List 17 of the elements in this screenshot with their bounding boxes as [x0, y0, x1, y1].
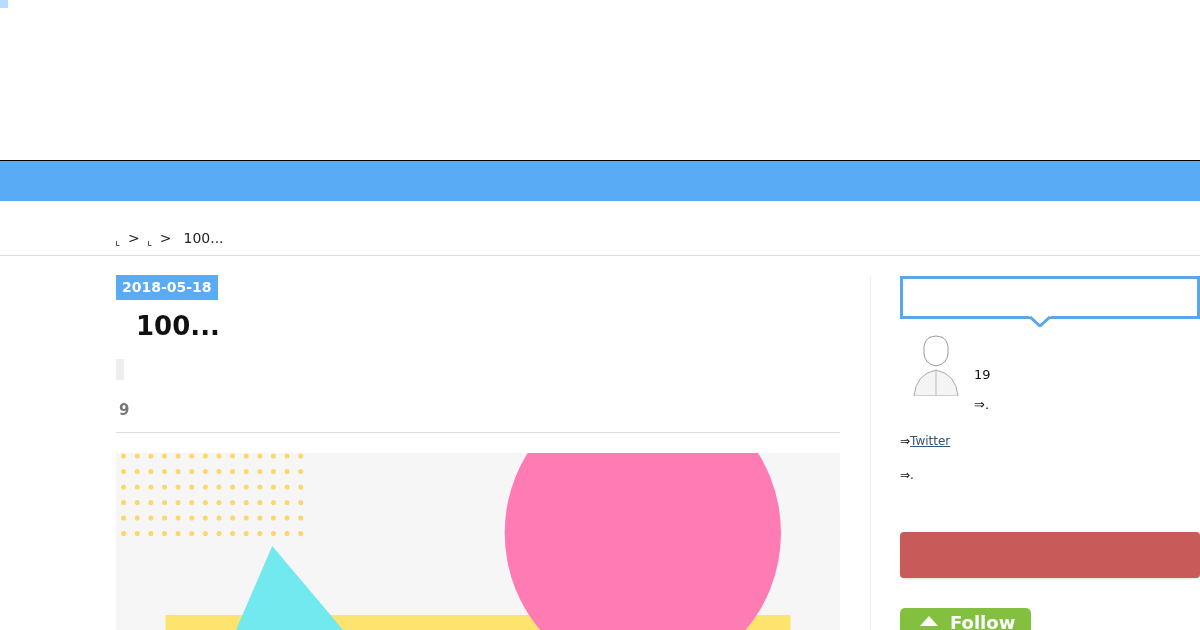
date-label: 2018-05-18	[116, 275, 218, 300]
comment-count: 9	[119, 401, 130, 419]
breadcrumb-separator: >	[159, 229, 172, 248]
profile-note: ⇒.	[900, 467, 915, 484]
twitter-line: ⇒Twitter	[900, 433, 952, 450]
breadcrumb-separator: >	[128, 229, 140, 248]
article-title: 100...	[136, 310, 221, 342]
profile-text: 19	[974, 368, 991, 382]
avatar-drawing	[912, 334, 960, 396]
breadcrumb-current: 100...	[183, 229, 224, 248]
twitter-link[interactable]: Twitter	[910, 434, 951, 448]
bubble-tail-icon	[1029, 316, 1051, 327]
banner-button[interactable]	[900, 532, 1200, 578]
breadcrumb-icon	[147, 241, 152, 246]
breadcrumb-icon	[116, 241, 120, 246]
broken-image-icon	[0, 0, 8, 8]
profile-text: ⇒.	[974, 398, 991, 412]
